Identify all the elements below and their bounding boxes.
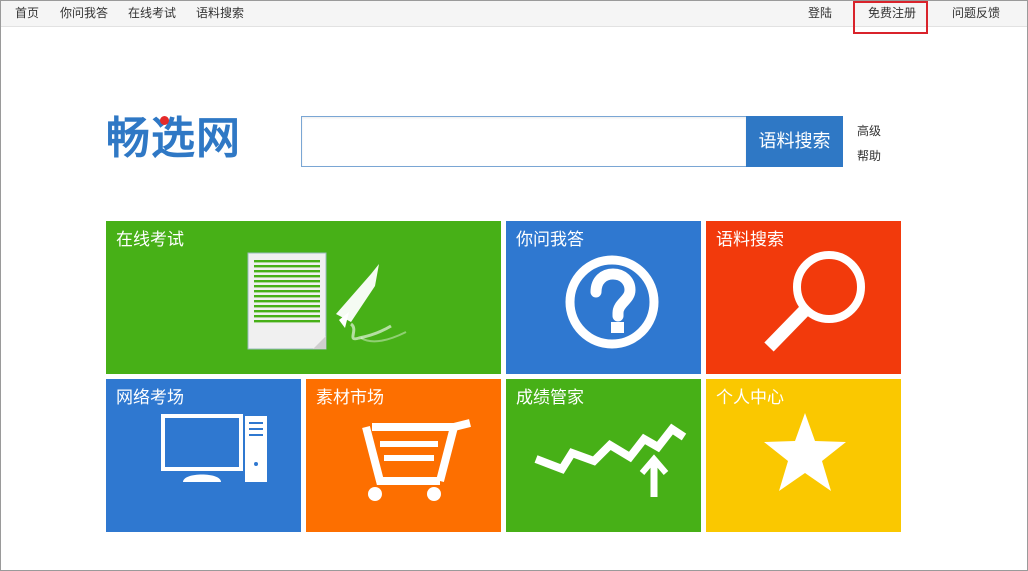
tile-score-manager[interactable]: 成绩管家	[506, 379, 701, 532]
shopping-cart-icon	[362, 419, 471, 501]
tile-material-market-label: 素材市场	[316, 388, 384, 408]
logo-dot	[160, 116, 169, 125]
tile-personal-center-label: 个人中心	[716, 388, 784, 408]
magnifier-icon	[764, 251, 865, 352]
tile-online-exam-label: 在线考试	[116, 230, 184, 250]
tile-online-exam[interactable]: 在线考试	[106, 221, 501, 374]
search-input[interactable]	[301, 116, 746, 167]
tile-personal-center[interactable]: 个人中心	[706, 379, 901, 532]
tile-network-exam-label: 网络考场	[116, 388, 184, 408]
site-logo[interactable]: 畅选网	[106, 113, 241, 165]
search-button[interactable]: 语料搜索	[746, 116, 843, 167]
tile-qa-label: 你问我答	[516, 230, 584, 250]
tile-material-market[interactable]: 素材市场	[306, 379, 501, 532]
nav-qa-link[interactable]: 你问我答	[60, 5, 108, 21]
star-icon	[764, 413, 846, 491]
nav-feedback-link[interactable]: 问题反馈	[952, 5, 1000, 21]
nav-home-link[interactable]: 首页	[15, 5, 39, 21]
tile-score-manager-label: 成绩管家	[516, 388, 584, 408]
register-highlight-box	[853, 1, 928, 34]
search-help-link[interactable]: 帮助	[857, 148, 881, 164]
logo-text: 畅选网	[106, 113, 241, 164]
tile-network-exam[interactable]: 网络考场	[106, 379, 301, 532]
question-circle-icon	[565, 255, 659, 349]
computer-icon	[161, 414, 267, 482]
nav-corpus-link[interactable]: 语料搜索	[196, 5, 244, 21]
nav-login-link[interactable]: 登陆	[808, 5, 832, 21]
tile-corpus-search[interactable]: 语料搜索	[706, 221, 901, 374]
advanced-search-link[interactable]: 高级	[857, 123, 881, 139]
tile-qa[interactable]: 你问我答	[506, 221, 701, 374]
exam-paper-pen-icon	[247, 252, 407, 350]
nav-exam-link[interactable]: 在线考试	[128, 5, 176, 21]
rising-chart-icon	[534, 423, 687, 497]
